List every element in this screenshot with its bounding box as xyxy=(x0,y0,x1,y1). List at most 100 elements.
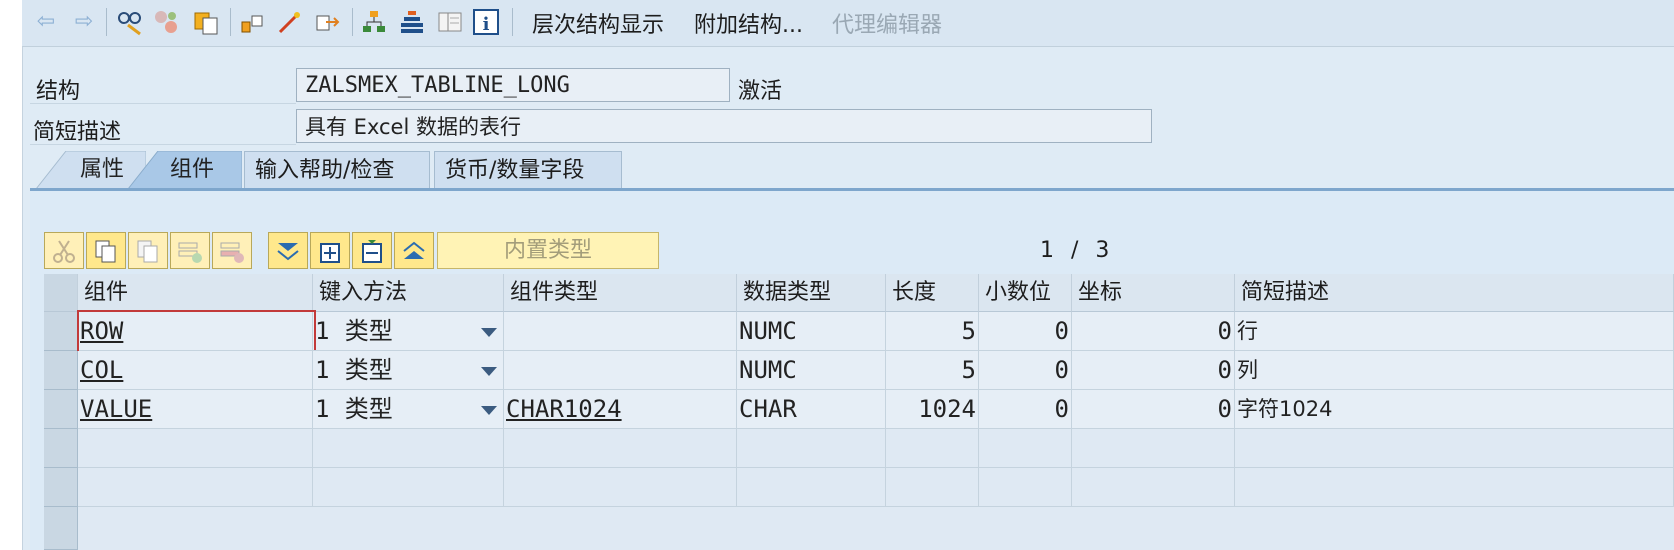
select-all-cell[interactable] xyxy=(44,274,78,312)
empty-cell[interactable] xyxy=(313,468,504,507)
empty-cell[interactable] xyxy=(737,468,886,507)
info-icon[interactable]: i xyxy=(472,8,500,36)
column-header-data-type[interactable]: 数据类型 xyxy=(737,274,886,312)
chevron-down-icon[interactable] xyxy=(481,367,497,376)
empty-cell[interactable] xyxy=(1072,429,1235,468)
where-used-icon[interactable] xyxy=(116,8,144,36)
proxy-editor-button[interactable]: 代理编辑器 xyxy=(832,7,942,39)
tab-currency-quantity[interactable]: 货币/数量字段 xyxy=(434,151,622,189)
coordinate-cell[interactable]: 0 xyxy=(1072,351,1235,390)
component-link[interactable]: COL xyxy=(80,356,123,384)
row-selector[interactable] xyxy=(44,507,78,550)
empty-cell[interactable] xyxy=(504,429,737,468)
typing-method-dropdown[interactable]: 1 类型 xyxy=(313,351,504,390)
row-selector[interactable] xyxy=(44,429,78,468)
empty-cell[interactable] xyxy=(1235,429,1674,468)
chevron-down-icon[interactable] xyxy=(481,328,497,337)
decimals-cell[interactable]: 0 xyxy=(979,390,1072,429)
column-header-short-description[interactable]: 简短描述 xyxy=(1235,274,1674,312)
tree-icon[interactable] xyxy=(360,8,388,36)
column-header-decimals[interactable]: 小数位 xyxy=(979,274,1072,312)
column-header-component-type[interactable]: 组件类型 xyxy=(504,274,737,312)
cut-button[interactable] xyxy=(44,232,84,269)
typing-method-label: 类型 xyxy=(344,317,393,345)
typing-method-label: 类型 xyxy=(344,356,393,384)
focus-corner xyxy=(77,310,315,354)
tab-input-help-label: 输入帮助/检查 xyxy=(255,158,395,183)
other-object-icon[interactable] xyxy=(152,8,180,36)
component-cell[interactable]: COL xyxy=(78,351,313,390)
hierarchy-icon[interactable] xyxy=(238,8,266,36)
back-arrow-icon[interactable]: ⇦ xyxy=(32,8,60,36)
structure-name-field[interactable]: ZALSMEX_TABLINE_LONG xyxy=(296,68,730,102)
layers-icon[interactable] xyxy=(398,8,426,36)
empty-cell[interactable] xyxy=(979,468,1072,507)
insert-row-button[interactable] xyxy=(170,232,210,269)
chevron-up-double-icon xyxy=(403,241,425,259)
builtin-type-button[interactable]: 内置类型 xyxy=(437,232,659,269)
data-type-cell[interactable]: NUMC xyxy=(737,312,886,351)
column-header-typing-method[interactable]: 键入方法 xyxy=(313,274,504,312)
collapse-all-button[interactable] xyxy=(394,232,434,269)
typing-method-dropdown[interactable]: 1 类型 xyxy=(313,390,504,429)
component-link[interactable]: VALUE xyxy=(80,395,152,423)
collapse-node-button[interactable] xyxy=(352,232,392,269)
decimals-cell[interactable]: 0 xyxy=(979,312,1072,351)
magic-wand-icon[interactable] xyxy=(276,8,304,36)
empty-cell[interactable] xyxy=(886,429,979,468)
data-type-cell[interactable]: NUMC xyxy=(737,351,886,390)
short-description-cell[interactable]: 行 xyxy=(1235,312,1674,351)
empty-cell[interactable] xyxy=(1072,468,1235,507)
data-type-cell[interactable]: CHAR xyxy=(737,390,886,429)
component-cell[interactable]: VALUE xyxy=(78,390,313,429)
pager: 1 / 3 xyxy=(1040,238,1109,263)
expand-node-button[interactable] xyxy=(310,232,350,269)
length-cell[interactable]: 5 xyxy=(886,351,979,390)
toolbar-separator xyxy=(512,8,513,36)
column-header-length[interactable]: 长度 xyxy=(886,274,979,312)
empty-cell[interactable] xyxy=(979,429,1072,468)
scissors-icon xyxy=(53,239,75,263)
empty-cell[interactable] xyxy=(313,429,504,468)
coordinate-cell[interactable]: 0 xyxy=(1072,312,1235,351)
hierarchy-display-button[interactable]: 层次结构显示 xyxy=(532,7,664,39)
row-selector[interactable] xyxy=(44,390,78,429)
list-view-icon[interactable] xyxy=(436,8,464,36)
component-type-cell[interactable] xyxy=(504,312,737,351)
component-type-cell[interactable]: CHAR1024 xyxy=(504,390,737,429)
component-type-link[interactable]: CHAR1024 xyxy=(506,395,622,423)
row-selector[interactable] xyxy=(44,468,78,507)
empty-cell[interactable] xyxy=(504,468,737,507)
column-header-component[interactable]: 组件 xyxy=(78,274,313,312)
delete-row-button[interactable] xyxy=(212,232,252,269)
forward-arrow-icon[interactable]: ⇨ xyxy=(70,8,98,36)
component-type-cell[interactable] xyxy=(504,351,737,390)
row-selector[interactable] xyxy=(44,312,78,351)
empty-cell[interactable] xyxy=(886,468,979,507)
column-header-coordinate[interactable]: 坐标 xyxy=(1072,274,1235,312)
coordinate-cell[interactable]: 0 xyxy=(1072,390,1235,429)
copy-object-icon[interactable] xyxy=(192,8,220,36)
export-icon[interactable] xyxy=(314,8,342,36)
svg-text:i: i xyxy=(483,14,490,35)
length-cell[interactable]: 1024 xyxy=(886,390,979,429)
empty-cell[interactable] xyxy=(737,429,886,468)
paste-button[interactable] xyxy=(128,232,168,269)
empty-cell[interactable] xyxy=(78,468,313,507)
append-structure-button[interactable]: 附加结构... xyxy=(694,7,803,39)
decimals-cell[interactable]: 0 xyxy=(979,351,1072,390)
pager-current: 1 xyxy=(1040,238,1054,263)
length-cell[interactable]: 5 xyxy=(886,312,979,351)
row-selector[interactable] xyxy=(44,351,78,390)
short-description-cell[interactable]: 字符1024 xyxy=(1235,390,1674,429)
short-description-cell[interactable]: 列 xyxy=(1235,351,1674,390)
empty-cell[interactable] xyxy=(1235,468,1674,507)
empty-cell[interactable] xyxy=(78,429,313,468)
typing-method-dropdown[interactable]: 1 类型 xyxy=(313,312,504,351)
chevron-down-icon[interactable] xyxy=(481,406,497,415)
copy-button[interactable] xyxy=(86,232,126,269)
tab-input-help[interactable]: 输入帮助/检查 xyxy=(244,151,430,189)
expand-all-button[interactable] xyxy=(268,232,308,269)
divider xyxy=(30,103,296,104)
short-description-field[interactable]: 具有 Excel 数据的表行 xyxy=(296,109,1152,143)
